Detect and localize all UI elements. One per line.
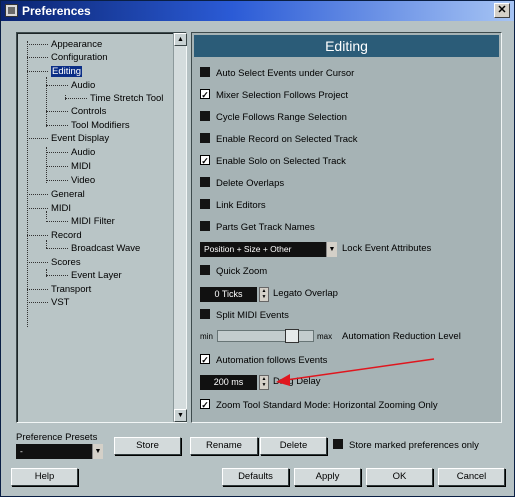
option-quick-zoom[interactable]: Quick Zoom (200, 265, 267, 279)
automation-reduction-label: Automation Reduction Level (342, 331, 461, 342)
preferences-window: Preferences ✕ Appearance Configuration E… (0, 0, 515, 497)
slider-min-label: min (200, 332, 213, 341)
option-auto-select-events[interactable]: Auto Select Events under Cursor (200, 67, 354, 81)
scroll-down-icon[interactable]: ▼ (174, 409, 187, 422)
tree-item-event-display-audio[interactable]: Audio (46, 147, 95, 159)
option-enable-record-selected[interactable]: Enable Record on Selected Track (200, 133, 358, 147)
tree-item-appearance[interactable]: Appearance (27, 39, 102, 51)
tree-item-configuration[interactable]: Configuration (27, 52, 108, 64)
preference-presets-select[interactable]: - ▼ (16, 444, 103, 459)
tree-item-event-display-midi[interactable]: MIDI (46, 161, 91, 173)
checkbox[interactable]: ✓ (200, 155, 210, 166)
store-button[interactable]: Store (114, 437, 181, 455)
tree-item-midi-filter[interactable]: MIDI Filter (46, 216, 115, 228)
preference-presets-label: Preference Presets (16, 432, 98, 443)
preferences-tree: Appearance Configuration Editing Audio T… (16, 32, 187, 423)
rename-button[interactable]: Rename (190, 437, 258, 455)
checkbox[interactable] (333, 439, 343, 450)
tree-item-transport[interactable]: Transport (27, 284, 91, 296)
option-delete-overlaps[interactable]: Delete Overlaps (200, 177, 284, 191)
legato-overlap-label: Legato Overlap (273, 288, 338, 299)
drag-delay-field[interactable]: 200 ms (200, 375, 257, 390)
tree-item-event-display-video[interactable]: Video (46, 175, 95, 187)
checkbox[interactable] (200, 265, 210, 276)
checkbox[interactable] (200, 199, 210, 210)
editing-panel: Editing Auto Select Events under Cursor … (191, 32, 502, 423)
tree-item-scores[interactable]: Scores (27, 257, 81, 269)
tree-item-tool-modifiers[interactable]: Tool Modifiers (46, 120, 130, 132)
close-button[interactable]: ✕ (494, 3, 510, 18)
tree-item-editing-audio[interactable]: Audio (46, 80, 95, 92)
chevron-down-icon[interactable]: ▼ (92, 444, 103, 459)
legato-stepper[interactable]: ▲ ▼ (259, 287, 269, 302)
help-button[interactable]: Help (11, 468, 78, 486)
option-split-midi-events[interactable]: Split MIDI Events (200, 309, 289, 323)
panel-title: Editing (194, 35, 499, 57)
checkbox[interactable] (200, 67, 210, 78)
tree-item-time-stretch-tool[interactable]: Time Stretch Tool (65, 93, 163, 105)
tree-item-vst[interactable]: VST (27, 297, 69, 309)
checkbox[interactable] (200, 309, 210, 320)
tree-item-record[interactable]: Record (27, 230, 82, 242)
slider-max-label: max (317, 332, 333, 341)
delete-button[interactable]: Delete (260, 437, 327, 455)
chevron-down-icon[interactable]: ▼ (326, 242, 337, 257)
lock-event-label: Lock Event Attributes (342, 243, 432, 254)
defaults-button[interactable]: Defaults (222, 468, 289, 486)
option-link-editors[interactable]: Link Editors (200, 199, 266, 213)
slider-handle[interactable] (285, 329, 300, 343)
lock-event-attributes-select[interactable]: Position + Size + Other ▼ (200, 242, 337, 257)
checkbox[interactable] (200, 111, 210, 122)
app-icon (5, 4, 18, 17)
option-enable-solo-selected[interactable]: ✓ Enable Solo on Selected Track (200, 155, 346, 169)
tree-item-controls[interactable]: Controls (46, 106, 106, 118)
checkbox[interactable]: ✓ (200, 354, 210, 365)
checkbox[interactable] (200, 133, 210, 144)
checkbox[interactable] (200, 177, 210, 188)
cancel-button[interactable]: Cancel (438, 468, 505, 486)
annotation-arrow-icon (276, 358, 435, 386)
checkbox[interactable] (200, 221, 210, 232)
ok-button[interactable]: OK (366, 468, 433, 486)
option-parts-get-track-names[interactable]: Parts Get Track Names (200, 221, 315, 235)
title-bar[interactable]: Preferences ✕ (1, 1, 514, 21)
legato-overlap-field[interactable]: 0 Ticks (200, 287, 257, 302)
tree-item-broadcast-wave[interactable]: Broadcast Wave (46, 243, 140, 255)
checkbox[interactable]: ✓ (200, 399, 210, 410)
automation-reduction-slider[interactable] (217, 330, 314, 342)
tree-scrollbar[interactable]: ▲ ▼ (173, 33, 187, 422)
window-title: Preferences (22, 4, 91, 18)
drag-delay-stepper[interactable]: ▲ ▼ (259, 375, 269, 390)
scroll-up-icon[interactable]: ▲ (174, 33, 187, 46)
apply-button[interactable]: Apply (294, 468, 361, 486)
tree-item-event-layer[interactable]: Event Layer (46, 270, 122, 282)
tree-item-editing[interactable]: Editing (27, 66, 83, 78)
option-cycle-follows-range[interactable]: Cycle Follows Range Selection (200, 111, 347, 125)
checkbox[interactable]: ✓ (200, 89, 210, 100)
option-mixer-selection-follows[interactable]: ✓ Mixer Selection Follows Project (200, 89, 348, 103)
store-marked-only[interactable]: Store marked preferences only (333, 439, 479, 453)
tree-item-event-display[interactable]: Event Display (27, 133, 109, 145)
option-zoom-tool-standard-mode[interactable]: ✓ Zoom Tool Standard Mode: Horizontal Zoo… (200, 399, 438, 413)
tree-item-midi[interactable]: MIDI (27, 203, 71, 215)
tree-item-general[interactable]: General (27, 189, 85, 201)
